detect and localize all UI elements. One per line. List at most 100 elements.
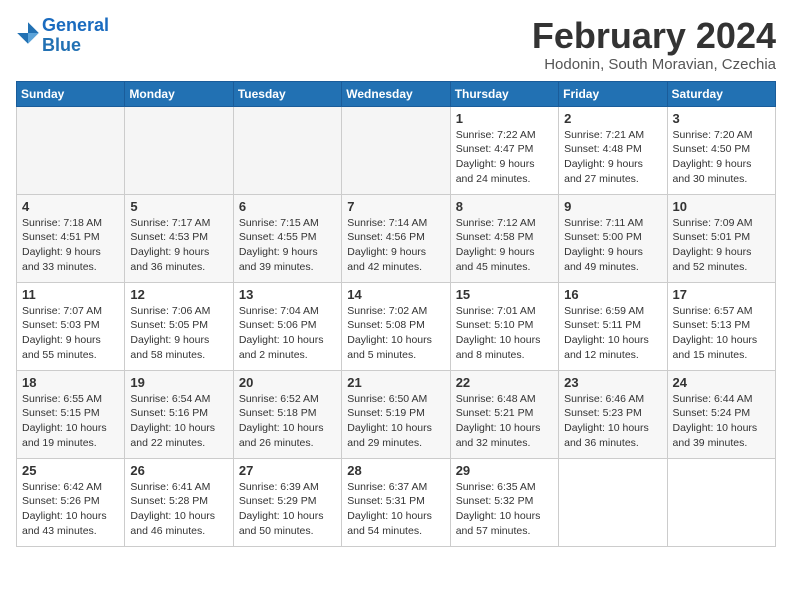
calendar-cell: 18 Sunrise: 6:55 AM Sunset: 5:15 PM Dayli… <box>17 370 125 458</box>
day-info: Sunrise: 6:59 AM Sunset: 5:11 PM Dayligh… <box>564 304 661 363</box>
calendar-week-row: 25 Sunrise: 6:42 AM Sunset: 5:26 PM Dayli… <box>17 458 776 546</box>
calendar-cell: 14 Sunrise: 7:02 AM Sunset: 5:08 PM Dayli… <box>342 282 450 370</box>
day-number: 6 <box>239 199 336 214</box>
calendar-cell: 11 Sunrise: 7:07 AM Sunset: 5:03 PM Dayli… <box>17 282 125 370</box>
day-info: Sunrise: 6:54 AM Sunset: 5:16 PM Dayligh… <box>130 392 227 451</box>
day-info: Sunrise: 7:17 AM Sunset: 4:53 PM Dayligh… <box>130 216 227 275</box>
page-header: General Blue February 2024 Hodonin, Sout… <box>16 16 776 73</box>
day-info: Sunrise: 7:07 AM Sunset: 5:03 PM Dayligh… <box>22 304 119 363</box>
day-info: Sunrise: 7:18 AM Sunset: 4:51 PM Dayligh… <box>22 216 119 275</box>
day-number: 22 <box>456 375 553 390</box>
calendar-cell <box>667 458 775 546</box>
day-number: 25 <box>22 463 119 478</box>
day-info: Sunrise: 7:09 AM Sunset: 5:01 PM Dayligh… <box>673 216 770 275</box>
calendar-cell: 10Sunrise: 7:09 AM Sunset: 5:01 PM Dayli… <box>667 194 775 282</box>
calendar-cell: 5 Sunrise: 7:17 AM Sunset: 4:53 PM Daylig… <box>125 194 233 282</box>
calendar-cell: 23 Sunrise: 6:46 AM Sunset: 5:23 PM Dayli… <box>559 370 667 458</box>
calendar-cell <box>233 106 341 194</box>
day-info: Sunrise: 7:11 AM Sunset: 5:00 PM Dayligh… <box>564 216 661 275</box>
day-number: 1 <box>456 111 553 126</box>
day-info: Sunrise: 6:48 AM Sunset: 5:21 PM Dayligh… <box>456 392 553 451</box>
day-info: Sunrise: 7:06 AM Sunset: 5:05 PM Dayligh… <box>130 304 227 363</box>
weekday-header-row: SundayMondayTuesdayWednesdayThursdayFrid… <box>17 81 776 106</box>
calendar-cell: 4 Sunrise: 7:18 AM Sunset: 4:51 PM Daylig… <box>17 194 125 282</box>
calendar-cell: 9 Sunrise: 7:11 AM Sunset: 5:00 PM Daylig… <box>559 194 667 282</box>
weekday-header-friday: Friday <box>559 81 667 106</box>
calendar-week-row: 18 Sunrise: 6:55 AM Sunset: 5:15 PM Dayli… <box>17 370 776 458</box>
calendar-cell: 3 Sunrise: 7:20 AM Sunset: 4:50 PM Daylig… <box>667 106 775 194</box>
calendar-cell: 19 Sunrise: 6:54 AM Sunset: 5:16 PM Dayli… <box>125 370 233 458</box>
day-info: Sunrise: 6:44 AM Sunset: 5:24 PM Dayligh… <box>673 392 770 451</box>
day-info: Sunrise: 6:55 AM Sunset: 5:15 PM Dayligh… <box>22 392 119 451</box>
calendar-cell: 26 Sunrise: 6:41 AM Sunset: 5:28 PM Dayli… <box>125 458 233 546</box>
calendar-cell: 8 Sunrise: 7:12 AM Sunset: 4:58 PM Daylig… <box>450 194 558 282</box>
day-number: 13 <box>239 287 336 302</box>
day-number: 28 <box>347 463 444 478</box>
day-number: 5 <box>130 199 227 214</box>
calendar-cell: 6 Sunrise: 7:15 AM Sunset: 4:55 PM Daylig… <box>233 194 341 282</box>
day-number: 7 <box>347 199 444 214</box>
day-info: Sunrise: 6:52 AM Sunset: 5:18 PM Dayligh… <box>239 392 336 451</box>
day-number: 20 <box>239 375 336 390</box>
day-number: 29 <box>456 463 553 478</box>
day-number: 26 <box>130 463 227 478</box>
day-info: Sunrise: 7:21 AM Sunset: 4:48 PM Dayligh… <box>564 128 661 187</box>
calendar-cell: 22 Sunrise: 6:48 AM Sunset: 5:21 PM Dayli… <box>450 370 558 458</box>
title-block: February 2024 Hodonin, South Moravian, C… <box>532 16 776 73</box>
day-info: Sunrise: 6:35 AM Sunset: 5:32 PM Dayligh… <box>456 480 553 539</box>
calendar-cell: 17 Sunrise: 6:57 AM Sunset: 5:13 PM Dayli… <box>667 282 775 370</box>
calendar-cell: 2Sunrise: 7:21 AM Sunset: 4:48 PM Daylig… <box>559 106 667 194</box>
day-number: 3 <box>673 111 770 126</box>
day-info: Sunrise: 7:20 AM Sunset: 4:50 PM Dayligh… <box>673 128 770 187</box>
day-info: Sunrise: 7:04 AM Sunset: 5:06 PM Dayligh… <box>239 304 336 363</box>
weekday-header-monday: Monday <box>125 81 233 106</box>
calendar-cell: 1 Sunrise: 7:22 AM Sunset: 4:47 PM Daylig… <box>450 106 558 194</box>
day-info: Sunrise: 7:15 AM Sunset: 4:55 PM Dayligh… <box>239 216 336 275</box>
day-info: Sunrise: 6:57 AM Sunset: 5:13 PM Dayligh… <box>673 304 770 363</box>
calendar-cell: 15Sunrise: 7:01 AM Sunset: 5:10 PM Dayli… <box>450 282 558 370</box>
weekday-header-tuesday: Tuesday <box>233 81 341 106</box>
day-info: Sunrise: 6:37 AM Sunset: 5:31 PM Dayligh… <box>347 480 444 539</box>
calendar-cell: 7 Sunrise: 7:14 AM Sunset: 4:56 PM Daylig… <box>342 194 450 282</box>
day-number: 8 <box>456 199 553 214</box>
calendar-cell: 28 Sunrise: 6:37 AM Sunset: 5:31 PM Dayli… <box>342 458 450 546</box>
day-info: Sunrise: 7:14 AM Sunset: 4:56 PM Dayligh… <box>347 216 444 275</box>
logo: General Blue <box>16 16 109 56</box>
calendar-cell: 25 Sunrise: 6:42 AM Sunset: 5:26 PM Dayli… <box>17 458 125 546</box>
day-info: Sunrise: 6:46 AM Sunset: 5:23 PM Dayligh… <box>564 392 661 451</box>
calendar-week-row: 1 Sunrise: 7:22 AM Sunset: 4:47 PM Daylig… <box>17 106 776 194</box>
day-number: 18 <box>22 375 119 390</box>
day-info: Sunrise: 7:22 AM Sunset: 4:47 PM Dayligh… <box>456 128 553 187</box>
day-info: Sunrise: 6:50 AM Sunset: 5:19 PM Dayligh… <box>347 392 444 451</box>
calendar-cell: 21 Sunrise: 6:50 AM Sunset: 5:19 PM Dayli… <box>342 370 450 458</box>
day-info: Sunrise: 7:12 AM Sunset: 4:58 PM Dayligh… <box>456 216 553 275</box>
day-number: 19 <box>130 375 227 390</box>
day-number: 27 <box>239 463 336 478</box>
month-title: February 2024 <box>532 16 776 56</box>
day-number: 14 <box>347 287 444 302</box>
calendar-cell: 13 Sunrise: 7:04 AM Sunset: 5:06 PM Dayli… <box>233 282 341 370</box>
day-info: Sunrise: 7:02 AM Sunset: 5:08 PM Dayligh… <box>347 304 444 363</box>
day-info: Sunrise: 6:42 AM Sunset: 5:26 PM Dayligh… <box>22 480 119 539</box>
day-number: 4 <box>22 199 119 214</box>
day-info: Sunrise: 6:41 AM Sunset: 5:28 PM Dayligh… <box>130 480 227 539</box>
weekday-header-saturday: Saturday <box>667 81 775 106</box>
weekday-header-sunday: Sunday <box>17 81 125 106</box>
calendar-cell <box>342 106 450 194</box>
calendar-cell: 12 Sunrise: 7:06 AM Sunset: 5:05 PM Dayli… <box>125 282 233 370</box>
location-subtitle: Hodonin, South Moravian, Czechia <box>532 56 776 73</box>
day-number: 23 <box>564 375 661 390</box>
calendar-cell: 27Sunrise: 6:39 AM Sunset: 5:29 PM Dayli… <box>233 458 341 546</box>
calendar-cell: 16 Sunrise: 6:59 AM Sunset: 5:11 PM Dayli… <box>559 282 667 370</box>
day-number: 12 <box>130 287 227 302</box>
calendar-week-row: 4 Sunrise: 7:18 AM Sunset: 4:51 PM Daylig… <box>17 194 776 282</box>
weekday-header-thursday: Thursday <box>450 81 558 106</box>
calendar-cell: 29 Sunrise: 6:35 AM Sunset: 5:32 PM Dayli… <box>450 458 558 546</box>
day-number: 11 <box>22 287 119 302</box>
day-number: 9 <box>564 199 661 214</box>
day-number: 24 <box>673 375 770 390</box>
calendar-cell <box>559 458 667 546</box>
day-number: 16 <box>564 287 661 302</box>
day-number: 21 <box>347 375 444 390</box>
day-number: 17 <box>673 287 770 302</box>
